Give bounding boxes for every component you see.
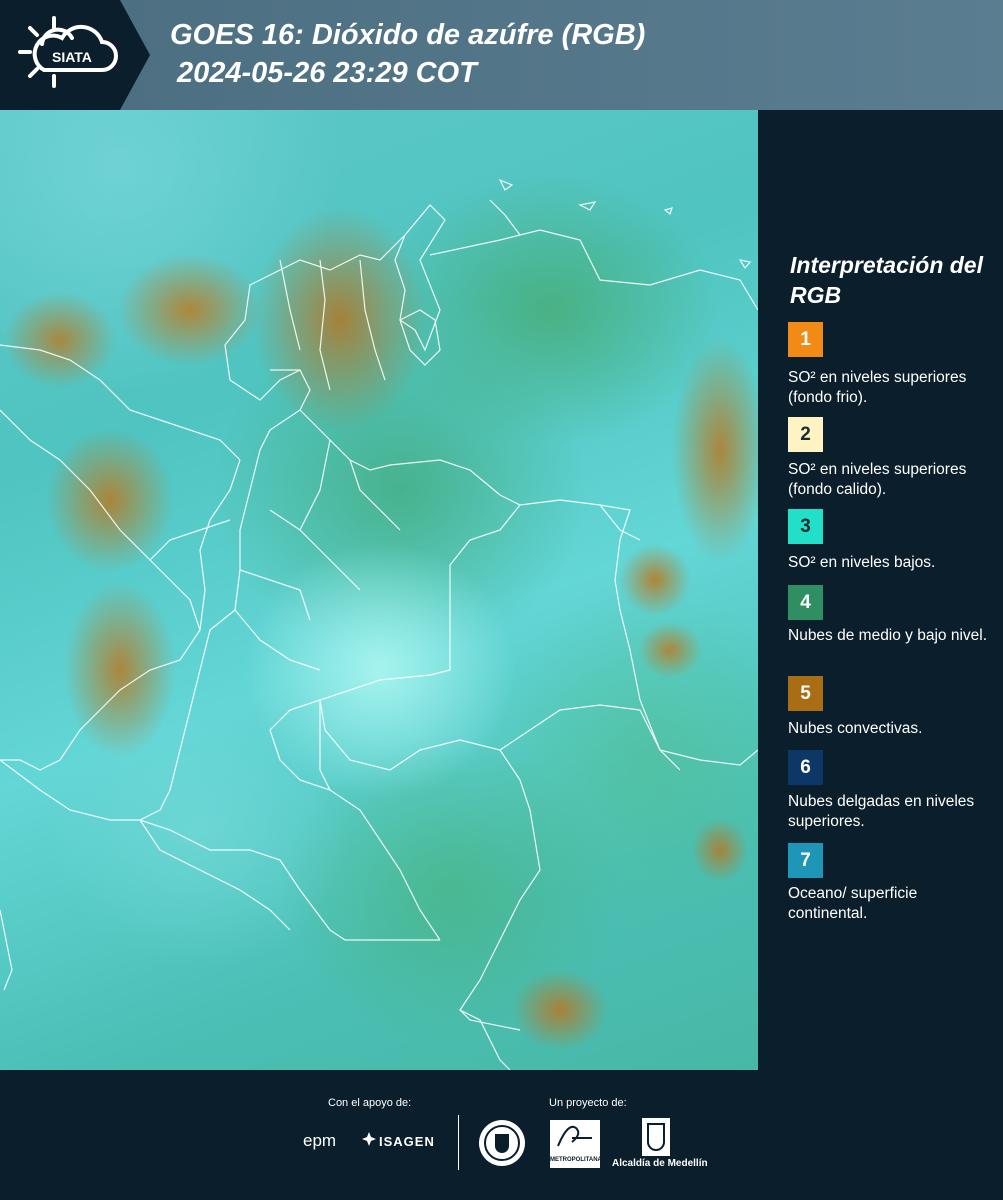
legend-swatch-number: 2 — [800, 424, 811, 445]
satellite-rgb-map — [0, 110, 758, 1070]
footer: Con el apoyo de: Un proyecto de: epm ISA… — [0, 1070, 1003, 1200]
page-timestamp: 2024-05-26 23:29 COT — [177, 57, 477, 89]
legend-swatch-number: 1 — [800, 329, 811, 350]
legend-label-2: SO² en niveles superiores (fondo calido)… — [788, 461, 967, 498]
siata-logo: SIATA — [14, 12, 134, 98]
alcaldia-shield-icon — [642, 1118, 670, 1156]
page-title: GOES 16: Dióxido de azúfre (RGB) — [170, 19, 646, 51]
medellin-seal-icon — [477, 1118, 527, 1168]
epm-logo: epm — [303, 1131, 337, 1150]
sun-cloud-icon: SIATA — [18, 16, 118, 88]
legend-swatch-6: 6 — [788, 750, 823, 785]
isagen-icon — [362, 1132, 376, 1146]
legend-swatch-number: 4 — [800, 592, 811, 613]
legend-swatch-number: 7 — [800, 850, 811, 871]
footer-divider — [458, 1115, 459, 1170]
header: SIATA GOES 16: Dióxido de azúfre (RGB) 2… — [0, 0, 1003, 110]
alcaldia-text: Alcaldía de Medellín — [612, 1158, 708, 1169]
legend-swatch-7: 7 — [788, 843, 823, 878]
legend-swatch-2: 2 — [788, 417, 823, 452]
legend-label-3: SO² en niveles bajos. — [788, 554, 936, 571]
area-metropolitana-text: METROPOLITANA — [550, 1157, 602, 1163]
legend-swatch-number: 6 — [800, 757, 811, 778]
legend-swatch-1: 1 — [788, 322, 823, 357]
legend-swatch-number: 3 — [800, 516, 811, 537]
legend-label-7: Oceano/ superficie continental. — [788, 885, 918, 922]
logo-text: SIATA — [52, 49, 92, 65]
area-script-icon — [557, 1125, 592, 1147]
legend-panel: Interpretación del RGB 1 SO² en niveles … — [758, 110, 1003, 1070]
legend-label-4: Nubes de medio y bajo nivel. — [788, 627, 988, 644]
isagen-logo: ISAGEN — [379, 1134, 435, 1149]
legend-swatch-number: 5 — [800, 683, 811, 704]
area-metropolitana-logo: METROPOLITANA — [550, 1120, 602, 1168]
legend-swatch-5: 5 — [788, 676, 823, 711]
country-borders-overlay — [0, 178, 758, 1070]
legend-swatch-3: 3 — [788, 509, 823, 544]
legend-swatch-4: 4 — [788, 585, 823, 620]
project-label: Un proyecto de: — [549, 1097, 627, 1109]
legend-label-1: SO² en niveles superiores (fondo frio). — [788, 369, 967, 406]
legend-label-6: Nubes delgadas en niveles superiores. — [788, 793, 975, 830]
legend-title: Interpretación del RGB — [790, 252, 983, 308]
support-label: Con el apoyo de: — [328, 1097, 412, 1109]
legend-label-5: Nubes convectivas. — [788, 720, 923, 737]
